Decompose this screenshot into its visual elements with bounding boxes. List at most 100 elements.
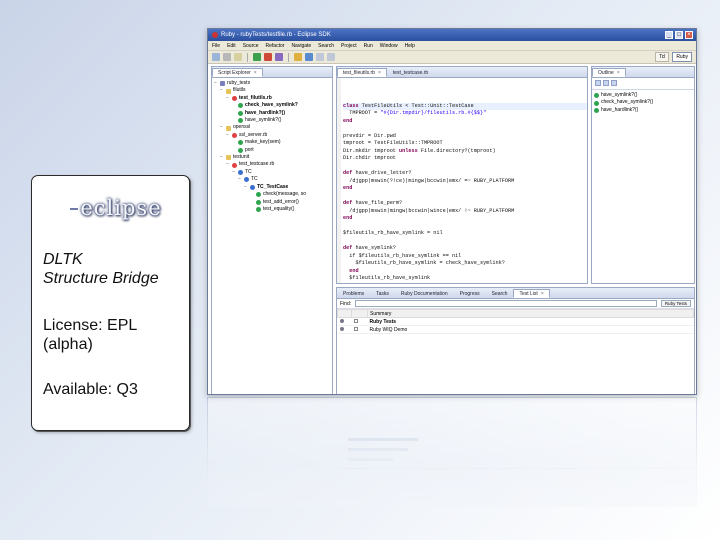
tab-tasks[interactable]: Tasks bbox=[370, 289, 395, 298]
collapse-toggle-icon[interactable]: − bbox=[232, 169, 237, 176]
menu-help[interactable]: Help bbox=[405, 41, 415, 50]
tab-test-list[interactable]: Test List × bbox=[513, 289, 550, 298]
menu-refactor[interactable]: Refactor bbox=[266, 41, 285, 50]
column-check[interactable] bbox=[351, 309, 368, 318]
menu-navigate[interactable]: Navigate bbox=[291, 41, 311, 50]
eclipse-window: Ruby - rubyTests/testfile.rb - Eclipse S… bbox=[207, 28, 697, 395]
tree-item[interactable]: check_have_symlink? bbox=[214, 102, 330, 109]
close-icon[interactable]: × bbox=[541, 291, 544, 297]
tree-item[interactable]: check(message, so bbox=[214, 191, 330, 198]
menu-source[interactable]: Source bbox=[243, 41, 259, 50]
file-icon bbox=[232, 162, 237, 168]
tree-item[interactable]: test_add_error() bbox=[214, 199, 330, 206]
table-row[interactable]: Ruby WIQ Demo bbox=[337, 325, 694, 334]
hide-fields-icon[interactable] bbox=[611, 80, 617, 86]
menu-window[interactable]: Window bbox=[380, 41, 398, 50]
menu-run[interactable]: Run bbox=[364, 41, 373, 50]
menu-search[interactable]: Search bbox=[318, 41, 334, 50]
debug-icon[interactable] bbox=[264, 53, 272, 61]
tree-item[interactable]: − TC bbox=[214, 176, 330, 183]
collapse-toggle-icon[interactable]: − bbox=[244, 184, 249, 191]
tree-item[interactable]: − testunit bbox=[214, 154, 330, 161]
close-button[interactable]: × bbox=[685, 31, 693, 39]
forward-icon[interactable] bbox=[327, 53, 335, 61]
collapse-toggle-icon[interactable]: − bbox=[220, 124, 225, 131]
maximize-button[interactable]: □ bbox=[675, 31, 683, 39]
print-icon[interactable] bbox=[234, 53, 242, 61]
code-text-area[interactable]: class TestFileUtils < Test::Unit::TestCa… bbox=[337, 78, 587, 283]
tree-item[interactable]: − test_testcase.rb bbox=[214, 161, 330, 168]
tab-script-explorer[interactable]: Script Explorer × bbox=[212, 68, 263, 77]
close-icon[interactable]: × bbox=[254, 70, 257, 76]
perspective-ruby[interactable]: Ruby bbox=[672, 52, 692, 62]
back-icon[interactable] bbox=[316, 53, 324, 61]
open-type-icon[interactable] bbox=[294, 53, 302, 61]
external-tools-icon[interactable] bbox=[275, 53, 283, 61]
tree-item[interactable]: make_key(sem) bbox=[214, 139, 330, 146]
tab-outline[interactable]: Outline × bbox=[592, 68, 626, 77]
find-label: Find: bbox=[340, 300, 352, 307]
outline-tabstrip: Outline × bbox=[592, 67, 694, 78]
minimize-button[interactable]: _ bbox=[665, 31, 673, 39]
tab-ruby-documentation[interactable]: Ruby Documentation bbox=[395, 289, 454, 298]
status-icon bbox=[339, 326, 344, 331]
collapse-toggle-icon[interactable]: − bbox=[214, 80, 219, 87]
menu-project[interactable]: Project bbox=[341, 41, 357, 50]
tree-item[interactable]: − openssl bbox=[214, 124, 330, 131]
sort-icon[interactable] bbox=[595, 80, 601, 86]
tab-problems[interactable]: Problems bbox=[337, 289, 370, 298]
code-line: end bbox=[343, 118, 587, 126]
code-token: File.directory?(tmproot) bbox=[417, 147, 496, 154]
outline-item[interactable]: have_hardlink?() bbox=[594, 107, 692, 114]
menu-edit[interactable]: Edit bbox=[227, 41, 236, 50]
find-input[interactable] bbox=[355, 300, 657, 307]
tree-item[interactable]: − test_filutils.rb bbox=[214, 95, 330, 102]
tree-item[interactable]: have_symlink?() bbox=[214, 117, 330, 124]
table-row[interactable]: Ruby Tests bbox=[337, 317, 694, 326]
new-icon[interactable] bbox=[212, 53, 220, 61]
close-icon[interactable]: × bbox=[617, 70, 620, 76]
close-icon[interactable]: × bbox=[378, 70, 381, 76]
tree-item[interactable]: − TC_TestCase bbox=[214, 184, 330, 191]
tab-search[interactable]: Search bbox=[486, 289, 514, 298]
tree-item[interactable]: − filutils bbox=[214, 87, 330, 94]
collapse-toggle-icon[interactable]: − bbox=[226, 161, 231, 168]
column-summary[interactable]: Summary bbox=[367, 309, 694, 318]
license-text: License: EPL (alpha) bbox=[43, 316, 137, 354]
checkbox[interactable] bbox=[353, 326, 358, 331]
save-icon[interactable] bbox=[223, 53, 231, 61]
ruby-tests-button[interactable]: Ruby Tests bbox=[660, 300, 691, 307]
tab-test-testcase[interactable]: test_testcase.rb bbox=[387, 68, 434, 77]
tree-item[interactable]: have_hardlink?() bbox=[214, 110, 330, 117]
checkbox[interactable] bbox=[353, 318, 358, 323]
tree-item[interactable]: − ruby_tests bbox=[214, 80, 330, 87]
main-toolbar: Tcl Ruby bbox=[208, 51, 696, 64]
tab-label: Tasks bbox=[376, 291, 389, 297]
menu-file[interactable]: File bbox=[212, 41, 220, 50]
perspective-switcher: Tcl Ruby bbox=[655, 52, 692, 62]
method-icon bbox=[594, 100, 599, 106]
collapse-toggle-icon[interactable]: − bbox=[226, 132, 231, 139]
method-icon bbox=[594, 93, 599, 99]
tree-item[interactable]: − TC bbox=[214, 169, 330, 176]
tree-item[interactable]: − ssl_server.rb bbox=[214, 132, 330, 139]
tab-progress[interactable]: Progress bbox=[454, 289, 486, 298]
check-cell bbox=[351, 325, 368, 334]
search-icon[interactable] bbox=[305, 53, 313, 61]
collapse-toggle-icon[interactable]: − bbox=[238, 176, 243, 183]
run-icon[interactable] bbox=[253, 53, 261, 61]
column-status[interactable] bbox=[337, 309, 352, 318]
code-line: $fileutils_rb_have_symlink bbox=[343, 275, 587, 283]
tree-item[interactable]: test_equality() bbox=[214, 206, 330, 213]
outline-item[interactable]: have_symlink?() bbox=[594, 92, 692, 99]
tree-item[interactable]: port bbox=[214, 147, 330, 154]
filter-icon[interactable] bbox=[603, 80, 609, 86]
tab-test-fileutils[interactable]: test_fileutils.rb × bbox=[337, 68, 387, 77]
collapse-toggle-icon[interactable]: − bbox=[220, 154, 225, 161]
collapse-toggle-icon[interactable]: − bbox=[226, 95, 231, 102]
code-token: end bbox=[343, 185, 353, 191]
perspective-tcl[interactable]: Tcl bbox=[655, 52, 670, 62]
collapse-toggle-icon[interactable]: − bbox=[220, 87, 225, 94]
outline-item[interactable]: check_have_symlink?() bbox=[594, 99, 692, 106]
